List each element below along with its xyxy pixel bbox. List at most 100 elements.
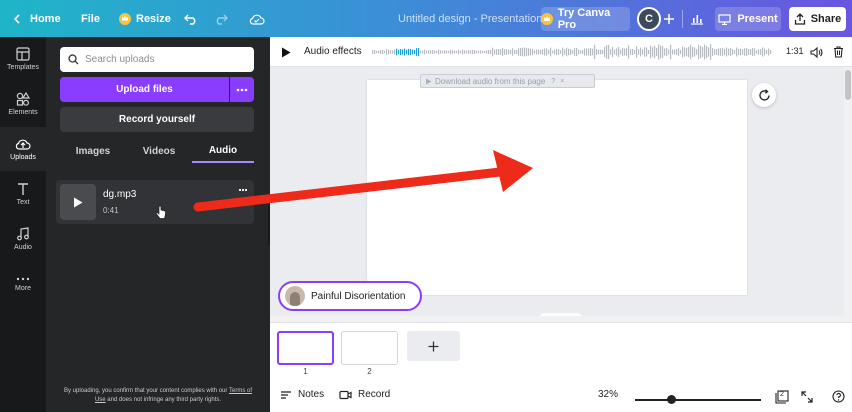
waveform-bar <box>464 50 466 54</box>
waveform-bar <box>600 49 602 55</box>
audio-file-item[interactable]: dg.mp3 0:41 <box>56 180 254 224</box>
audio-waveform[interactable] <box>372 42 776 62</box>
waveform-bar <box>650 45 652 59</box>
hand-cursor-icon <box>156 206 166 219</box>
audio-effects-label[interactable]: Audio effects <box>304 46 362 57</box>
play-icon[interactable] <box>281 47 291 58</box>
try-pro-label: Try Canva Pro <box>557 7 611 31</box>
waveform-bar <box>422 50 424 54</box>
waveform-bar <box>558 49 560 55</box>
rail-item-more[interactable]: More <box>0 262 46 306</box>
tab-videos[interactable]: Videos <box>126 139 192 163</box>
waveform-bar <box>614 49 616 55</box>
page-number: 1 <box>303 367 308 376</box>
rail-item-audio[interactable]: Audio <box>0 217 46 261</box>
waveform-bar <box>472 49 474 55</box>
plus-icon <box>428 341 439 351</box>
present-button[interactable]: Present <box>715 7 781 31</box>
waveform-bar <box>592 48 594 56</box>
record-yourself-label: Record yourself <box>118 114 196 125</box>
try-pro-button[interactable]: Try Canva Pro <box>541 7 630 31</box>
waveform-bar <box>396 48 398 56</box>
waveform-bar <box>644 47 646 57</box>
waveform-bar <box>384 50 386 54</box>
page-thumbnail-2[interactable] <box>341 331 398 365</box>
help-button[interactable] <box>832 390 845 408</box>
share-icon <box>794 13 805 25</box>
waveform-bar <box>696 49 698 55</box>
waveform-bar <box>630 49 632 55</box>
waveform-bar <box>506 49 508 55</box>
waveform-bar <box>612 47 614 57</box>
waveform-bar <box>392 50 394 54</box>
undo-button[interactable] <box>184 0 198 37</box>
waveform-bar <box>390 50 392 54</box>
upload-options-button[interactable] <box>230 77 254 102</box>
zoom-level[interactable]: 32% <box>598 389 618 400</box>
close-icon[interactable]: × <box>560 78 564 85</box>
waveform-bar <box>748 48 750 56</box>
search-box[interactable] <box>60 47 254 72</box>
notes-button[interactable]: Notes <box>280 389 324 400</box>
insights-button[interactable] <box>690 0 704 37</box>
redo-button[interactable] <box>214 0 228 37</box>
audio-track-pill[interactable]: Painful Disorientation <box>278 281 422 311</box>
rail-item-uploads[interactable]: Uploads <box>0 127 46 171</box>
waveform-bar <box>752 47 754 57</box>
audio-timeline-bar: Audio effects 1:31 <box>270 37 852 67</box>
tab-audio[interactable]: Audio <box>192 139 254 163</box>
file-menu[interactable]: File <box>81 0 100 37</box>
page-number: 2 <box>367 367 372 376</box>
page-thumbnail-1[interactable] <box>277 331 334 365</box>
page-count-button[interactable]: 2 <box>775 390 789 409</box>
waveform-bar <box>712 47 714 57</box>
audio-play-button[interactable] <box>60 184 96 220</box>
fullscreen-button[interactable] <box>801 390 813 408</box>
waveform-bar <box>528 48 530 56</box>
share-button[interactable]: Share <box>789 7 846 31</box>
tab-images[interactable]: Images <box>60 139 126 163</box>
avatar[interactable]: C <box>637 7 661 31</box>
waveform-bar <box>768 48 770 56</box>
waveform-bar <box>388 49 390 55</box>
volume-icon[interactable] <box>810 47 823 58</box>
waveform-bar <box>372 50 374 54</box>
waveform-bar <box>698 44 700 60</box>
waveform-bar <box>628 45 630 59</box>
rail-item-templates[interactable]: Templates <box>0 37 46 81</box>
rail-item-elements[interactable]: Elements <box>0 82 46 126</box>
waveform-bar <box>770 49 772 55</box>
help-icon[interactable]: ? <box>551 78 555 85</box>
top-bar: Home File Resize Untitled design - Prese… <box>0 0 852 37</box>
slide-canvas[interactable] <box>367 80 747 295</box>
zoom-slider-handle[interactable] <box>667 395 676 404</box>
add-collaborator-button[interactable] <box>663 0 675 37</box>
save-status-button[interactable] <box>249 0 265 37</box>
upload-files-label: Upload files <box>116 84 173 95</box>
track-thumbnail <box>285 286 305 306</box>
scrollbar-thumb[interactable] <box>845 70 851 100</box>
disclaimer-text: and does not infringe any third party ri… <box>107 397 222 403</box>
document-title[interactable]: Untitled design - Presentation <box>398 0 542 37</box>
waveform-bar <box>542 49 544 55</box>
waveform-bar <box>486 50 488 54</box>
waveform-bar <box>556 48 558 56</box>
trash-icon[interactable] <box>833 46 844 58</box>
add-page-button[interactable] <box>407 331 460 361</box>
zoom-slider[interactable] <box>635 399 761 401</box>
search-input[interactable] <box>85 54 245 65</box>
waveform-bar <box>572 50 574 54</box>
home-button[interactable]: Home <box>12 0 61 37</box>
audio-more-button[interactable] <box>238 184 248 195</box>
resize-button[interactable]: Resize <box>119 0 171 37</box>
waveform-bar <box>536 49 538 55</box>
rail-item-text[interactable]: Text <box>0 172 46 216</box>
record-yourself-button[interactable]: Record yourself <box>60 107 254 132</box>
download-audio-tooltip[interactable]: Download audio from this page ? × <box>420 74 595 88</box>
rotate-button[interactable] <box>752 83 776 107</box>
record-button[interactable]: Record <box>339 389 390 400</box>
waveform-bar <box>448 50 450 54</box>
waveform-bar <box>610 49 612 55</box>
upload-files-button[interactable]: Upload files <box>60 77 229 102</box>
vertical-scrollbar[interactable] <box>844 67 852 322</box>
